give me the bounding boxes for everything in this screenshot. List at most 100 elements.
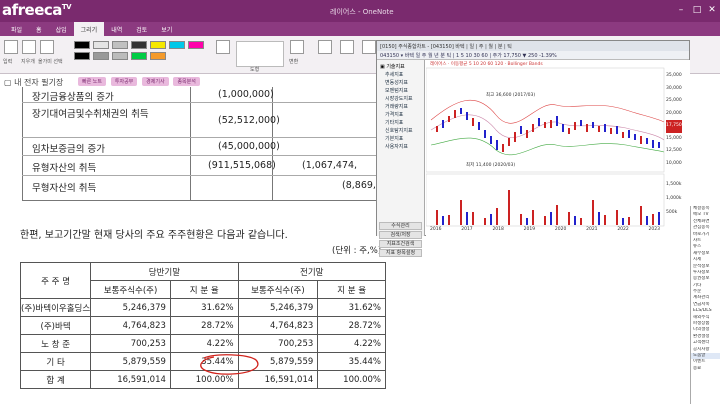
ratio-current: 28.72% [169, 316, 239, 335]
chart-annotation-low: 최저 11,400 (2020/03) [466, 163, 516, 168]
chart-toolbar[interactable]: 043150 ▾ 바텍 일 주 월 년 분 틱 | 1 5 10 30 60 |… [377, 51, 689, 60]
ink-to-text-icon[interactable] [318, 40, 332, 54]
tree-item[interactable]: 추세지표 [377, 71, 424, 79]
minimize-button[interactable]: – [676, 5, 686, 15]
ratio-prior: 4.22% [317, 334, 386, 353]
ribbon-label-type: 입력 [3, 59, 13, 65]
row-label: 임차보증금의 증가 [32, 144, 105, 155]
ribbon-label-lasso: 올가미 선택 [38, 59, 63, 65]
unit-label: (단위 : 주,%) [332, 246, 382, 256]
tree-item[interactable]: 가격지표 [377, 111, 424, 119]
ratio-current: 4.22% [169, 334, 239, 353]
volume-axis: 1,500k 1,000k 500k [666, 182, 682, 215]
pen-dark[interactable] [131, 41, 147, 49]
ribbon-label-eraser: 지우개 [21, 59, 35, 65]
ratio-prior: 31.62% [317, 298, 386, 317]
ratio-prior: 100.00% [317, 370, 386, 389]
subheader-shares: 보통주식수(주) [90, 280, 171, 299]
table-row: (주)바텍이우홀딩스 5,246,379 31.62% 5,246,379 31… [19, 298, 386, 317]
afreecatv-logo: afreecaTV [2, 1, 72, 19]
row-value: (1,000,000) [218, 89, 274, 100]
side-menu: 체결종목 메모 TV 전체화면 관심종목 바로가기 차트 뉴스 재무정보 시세 … [690, 206, 720, 404]
tab-file[interactable]: 파일 [4, 22, 29, 36]
stock-chart-window: [0150] 주식종합차트 - [043150] 바텍 | 일 | 주 | 월 … [376, 40, 690, 257]
lasso-icon[interactable] [40, 40, 54, 54]
shares-current: 5,246,379 [90, 298, 171, 317]
tab-insert[interactable]: 삽입 [49, 22, 74, 36]
shareholder-name: 노 창 준 [19, 334, 92, 353]
shares-current: 16,591,014 [90, 370, 171, 389]
row-value: (911,515,068) [208, 160, 276, 171]
tree-root[interactable]: ▣ 기술지표 [377, 63, 424, 71]
cashflow-table: 장기금융상품의 증가 (1,000,000) 장기대여금및수취채권의 취득 (5… [22, 87, 376, 203]
row-label: 유형자산의 취득 [32, 163, 97, 174]
shares-current: 700,253 [90, 334, 171, 353]
section-tab-study[interactable]: 투자공부 [110, 77, 138, 86]
pen-black[interactable] [74, 41, 90, 49]
type-tool-icon[interactable] [4, 40, 18, 54]
highlighter-magenta[interactable] [188, 41, 204, 49]
indicator-search-button[interactable]: 지표조건검색 [379, 240, 422, 248]
section-tab-analysis[interactable]: 종목분석 [173, 77, 200, 86]
chart-svg [426, 67, 665, 227]
shareholder-name: 합 계 [19, 370, 92, 389]
ratio-prior: 28.72% [317, 316, 386, 335]
table-row: 노 창 준 700,253 4.22% 700,253 4.22% [19, 334, 386, 353]
pen-gray-4[interactable] [112, 52, 128, 60]
indicator-settings-button[interactable]: 지표 항목설정 [379, 249, 422, 257]
row-value-prior: (1,067,474, [302, 160, 358, 171]
chart-window-title: [0150] 주식종합차트 - [043150] 바텍 | 일 | 주 | 월 … [377, 41, 689, 51]
tree-item[interactable]: 기타지표 [377, 119, 424, 127]
side-menu-item[interactable]: 종료 [691, 366, 720, 372]
close-button[interactable]: ✕ [707, 5, 717, 15]
pen-gray-3[interactable] [93, 52, 109, 60]
tree-item[interactable]: 모멘텀지표 [377, 87, 424, 95]
tree-item[interactable]: 변동성지표 [377, 79, 424, 87]
candlestick-chart[interactable]: 레이어스 · 이동평균 5 10 20 60 120 · Bollinger B… [426, 60, 690, 236]
header-current-period: 당반기말 [90, 262, 239, 281]
tab-home[interactable]: 홈 [29, 22, 49, 36]
tree-item[interactable]: 신호탐지지표 [377, 127, 424, 135]
tree-item[interactable]: 거래량지표 [377, 103, 424, 111]
search-save-button[interactable]: 검색/저장 [379, 231, 422, 239]
shares-current: 5,879,559 [90, 352, 171, 371]
pen-gray-2[interactable] [112, 41, 128, 49]
table-row: (주)바텍 4,764,823 28.72% 4,764,823 28.72% [19, 316, 386, 335]
header-shareholder: 주 주 명 [19, 262, 92, 299]
row-label: 장기대여금및수취채권의 취득 [32, 109, 149, 120]
row-label: 장기금융상품의 증가 [32, 92, 114, 103]
tab-draw[interactable]: 그리기 [73, 22, 105, 36]
eraser-icon[interactable] [22, 40, 36, 54]
pen-black-2[interactable] [74, 52, 90, 60]
shareholder-name: (주)바텍 [19, 316, 92, 335]
tree-item[interactable]: 사용자지표 [377, 143, 424, 151]
pen-gray[interactable] [93, 41, 109, 49]
section-tab-news[interactable]: 경제기사 [142, 77, 169, 86]
tree-item[interactable]: 시장강도지표 [377, 95, 424, 103]
tab-history[interactable]: 내역 [104, 22, 129, 36]
ink-to-math-icon[interactable] [340, 40, 354, 54]
subheader-ratio: 지 분 율 [169, 280, 239, 299]
shares-prior: 5,246,379 [237, 298, 319, 317]
header-prior-period: 전기말 [237, 262, 387, 281]
ribbon-label-transform: 변환 [289, 59, 299, 65]
highlighter-green[interactable] [131, 52, 147, 60]
formula-manage-button[interactable]: 수식관리 [379, 222, 422, 230]
pen-color-icon[interactable] [216, 40, 230, 54]
row-value-prior: (8,869, [342, 180, 376, 191]
ribbon-tabs: 파일 홈 삽입 그리기 내역 검토 보기 [0, 22, 720, 36]
section-tab-quick[interactable]: 빠른 노트 [78, 77, 106, 86]
highlighter-cyan[interactable] [169, 41, 185, 49]
shareholder-name: (주)바텍이우홀딩스 [19, 298, 92, 317]
maximize-button[interactable]: □ [692, 5, 702, 15]
tab-review[interactable]: 검토 [129, 22, 154, 36]
shapes-gallery[interactable] [236, 41, 284, 67]
tab-view[interactable]: 보기 [154, 22, 179, 36]
pen-orange[interactable] [150, 52, 166, 60]
title-bar: afreecaTV 레이어스 - OneNote – □ ✕ [0, 0, 720, 22]
highlighter-yellow[interactable] [150, 41, 166, 49]
tree-item[interactable]: 기본지표 [377, 135, 424, 143]
ribbon-label-shapes: 도형 [250, 67, 260, 73]
autoformat-icon[interactable] [362, 40, 376, 54]
transform-icon[interactable] [290, 40, 304, 54]
